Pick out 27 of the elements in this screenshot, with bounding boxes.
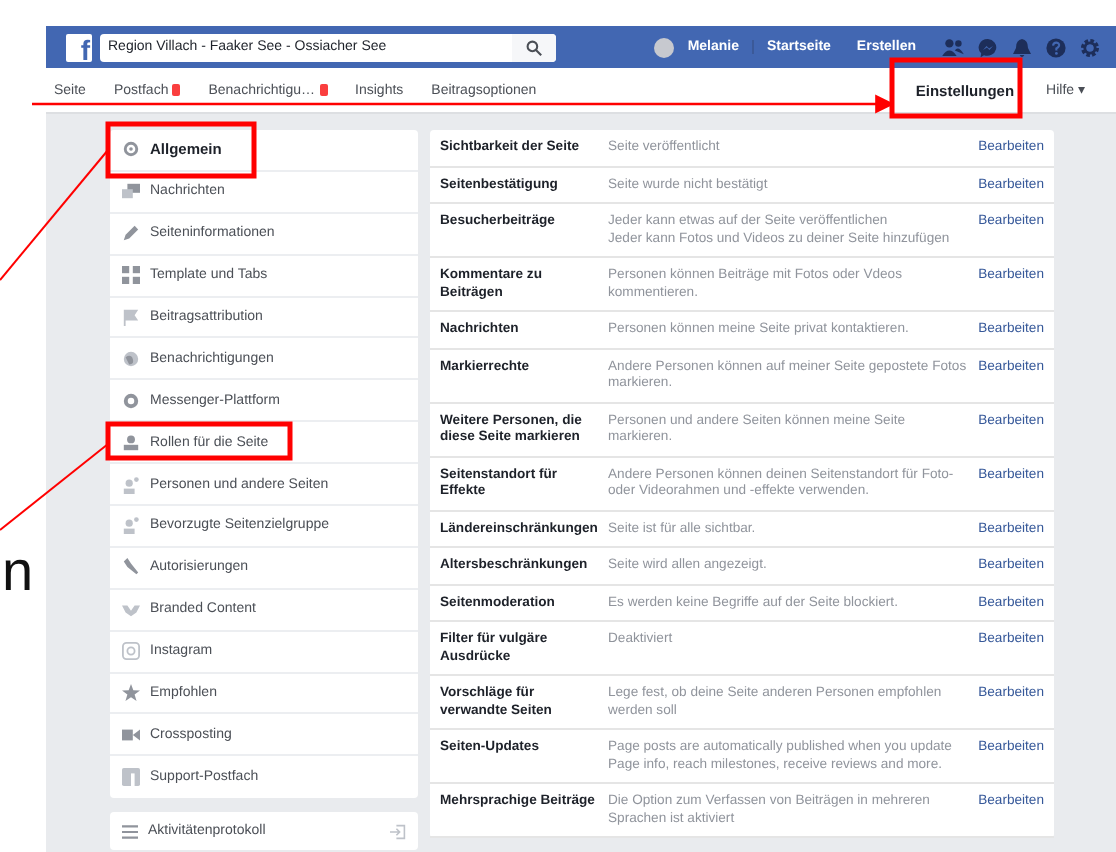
- people-icon: [122, 516, 140, 535]
- search-button[interactable]: [512, 33, 556, 61]
- chat-icon: [122, 182, 140, 201]
- highlight-frame: [889, 57, 1023, 119]
- messenger-icon[interactable]: [978, 37, 998, 57]
- avatar[interactable]: [653, 37, 674, 57]
- bell-icon[interactable]: [1012, 37, 1032, 57]
- square-icon: [122, 768, 140, 787]
- star-icon: [122, 684, 140, 703]
- flag-icon: [122, 308, 140, 326]
- camera-icon: [122, 642, 140, 661]
- friends-icon[interactable]: [942, 38, 964, 56]
- logo[interactable]: f: [66, 33, 92, 61]
- search-icon: [526, 39, 542, 55]
- help-icon[interactable]: [1046, 37, 1066, 57]
- cropped-text: n: [2, 542, 36, 602]
- settings-icon[interactable]: [1080, 37, 1100, 57]
- people-icon: [122, 475, 140, 494]
- globe-icon: [122, 349, 140, 368]
- list-icon: [122, 823, 138, 840]
- person-icon: [122, 433, 140, 452]
- grid-icon: [122, 266, 140, 285]
- exit-icon: [390, 823, 406, 840]
- ring-icon: [122, 391, 140, 410]
- video-camera-icon: [122, 725, 140, 744]
- pencil-icon: [122, 224, 140, 243]
- gear-icon: [122, 140, 140, 159]
